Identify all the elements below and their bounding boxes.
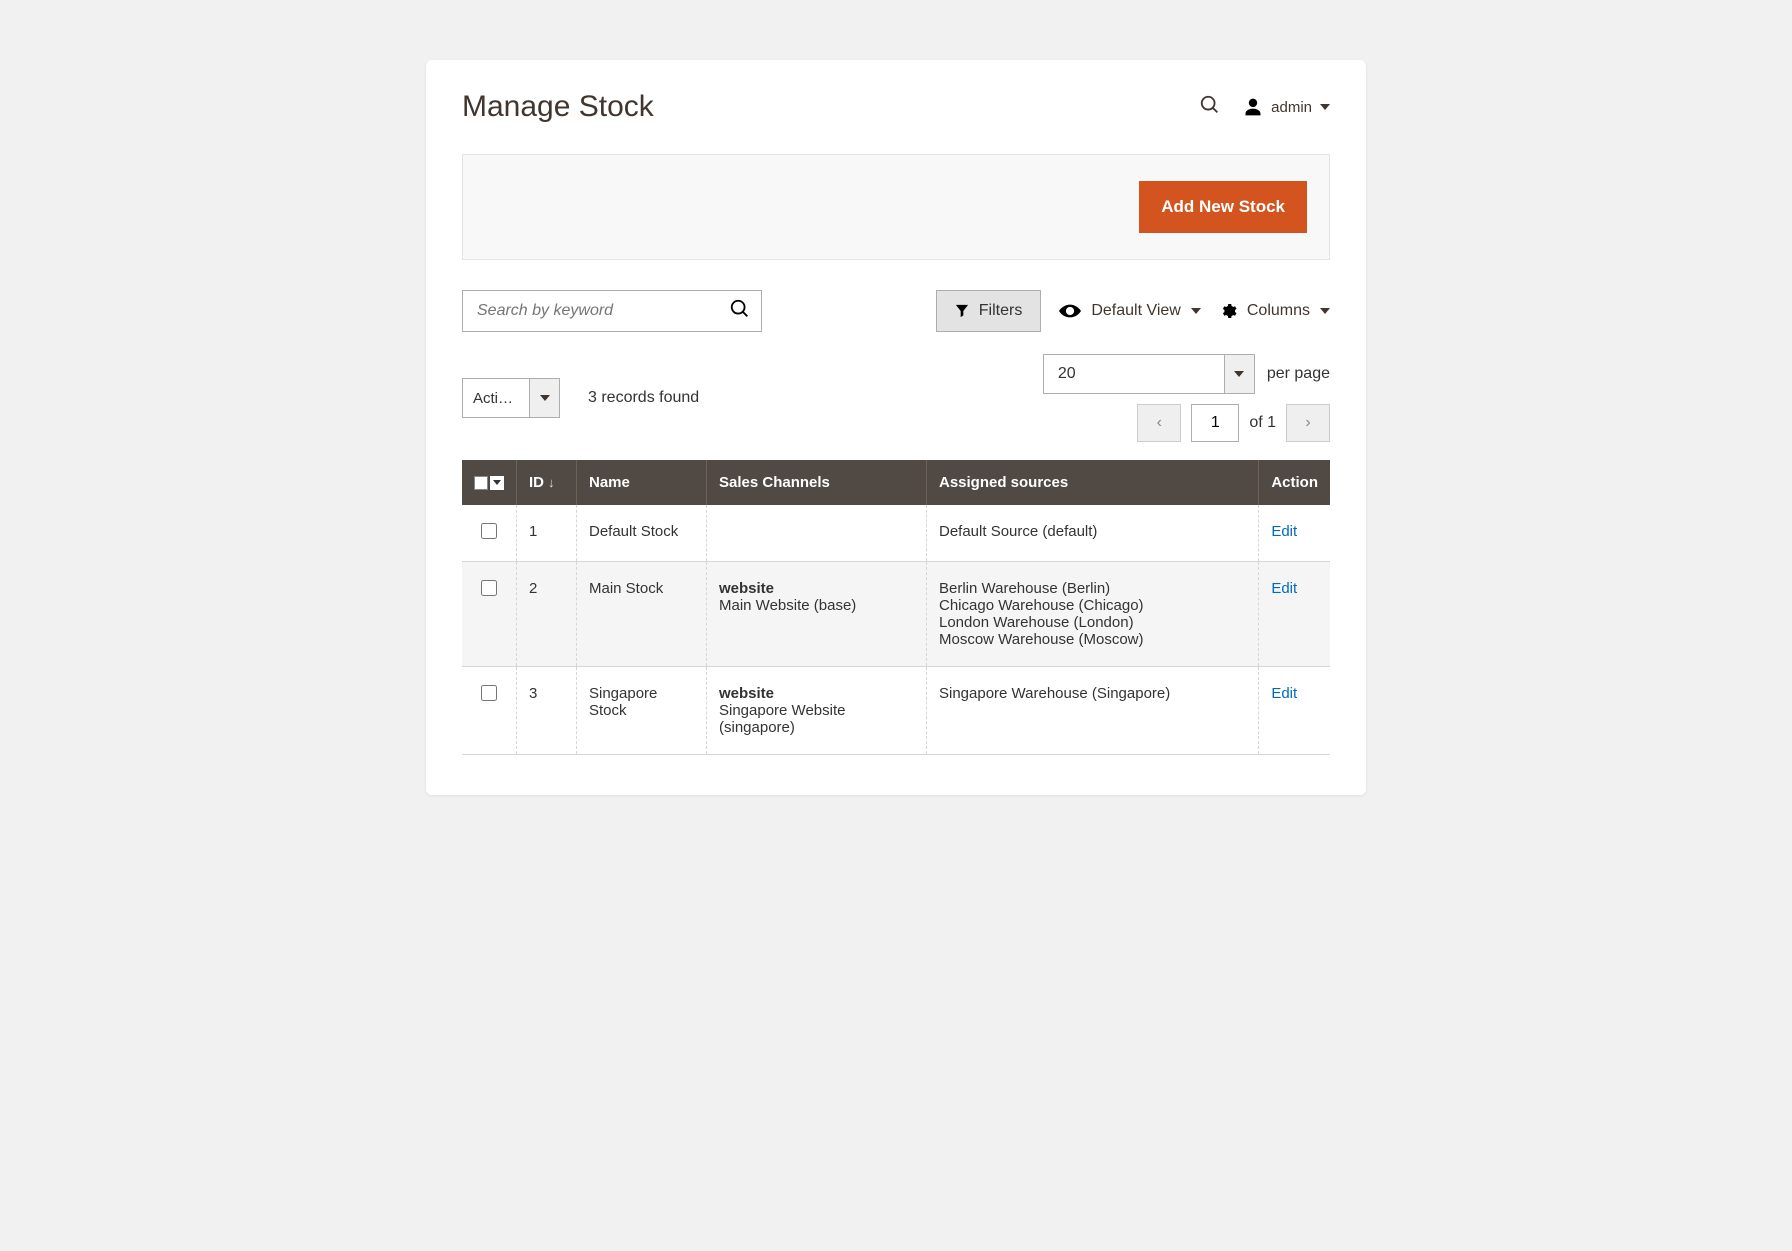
chevron-down-icon xyxy=(1320,308,1330,314)
row-checkbox[interactable] xyxy=(481,580,497,596)
primary-action-bar: Add New Stock xyxy=(462,154,1330,260)
row-name: Main Stock xyxy=(577,562,707,667)
page-number-input[interactable] xyxy=(1191,404,1239,442)
columns-label: Columns xyxy=(1247,302,1310,320)
row-sales-channels xyxy=(707,505,927,562)
row-checkbox[interactable] xyxy=(481,523,497,539)
edit-link[interactable]: Edit xyxy=(1271,580,1297,597)
row-assigned-sources: Singapore Warehouse (Singapore) xyxy=(927,667,1259,755)
toolbar-row-1: Filters Default View Columns xyxy=(462,290,1330,332)
chevron-down-icon[interactable] xyxy=(529,379,559,417)
next-page-button[interactable]: › xyxy=(1286,404,1330,442)
search-icon[interactable] xyxy=(729,298,751,325)
row-checkbox-cell xyxy=(462,562,517,667)
page-title: Manage Stock xyxy=(462,90,654,124)
chevron-down-icon xyxy=(1320,104,1330,110)
table-row: 1Default Stock Default Source (default) Ed… xyxy=(462,505,1330,562)
row-action-cell: Edit xyxy=(1259,562,1330,667)
sort-descending-icon: ↓ xyxy=(548,475,555,490)
row-name: Singapore Stock xyxy=(577,667,707,755)
table-row: 3Singapore StockwebsiteSingapore Website… xyxy=(462,667,1330,755)
row-action-cell: Edit xyxy=(1259,505,1330,562)
eye-icon xyxy=(1059,304,1081,318)
row-checkbox-cell xyxy=(462,667,517,755)
table-row: 2Main StockwebsiteMain Website (base)Ber… xyxy=(462,562,1330,667)
funnel-icon xyxy=(955,304,969,318)
col-header-id[interactable]: ID↓ xyxy=(517,460,577,505)
per-page-select[interactable]: 20 xyxy=(1043,354,1255,394)
sales-channel-value: Singapore Website (singapore) xyxy=(719,702,845,736)
pager-block: 20 per page ‹ of 1 › xyxy=(1043,354,1330,442)
toolbar-row-2: Actions 3 records found 20 per page ‹ of… xyxy=(462,354,1330,442)
stock-grid: ID↓ Name Sales Channels Assigned sources… xyxy=(462,460,1330,755)
edit-link[interactable]: Edit xyxy=(1271,523,1297,540)
keyword-search[interactable] xyxy=(462,290,762,332)
row-id: 1 xyxy=(517,505,577,562)
col-header-assigned-sources[interactable]: Assigned sources xyxy=(927,460,1259,505)
chevron-down-icon[interactable] xyxy=(490,476,504,490)
page-of-label: of 1 xyxy=(1249,414,1276,432)
row-checkbox-cell xyxy=(462,505,517,562)
add-new-stock-button[interactable]: Add New Stock xyxy=(1139,181,1307,233)
sales-channel-value: Main Website (base) xyxy=(719,597,856,614)
actions-label: Actions xyxy=(463,390,529,407)
col-header-sales-channels[interactable]: Sales Channels xyxy=(707,460,927,505)
col-header-name[interactable]: Name xyxy=(577,460,707,505)
header-row: Manage Stock admin xyxy=(462,90,1330,124)
user-name: admin xyxy=(1271,99,1312,116)
bulk-actions-select[interactable]: Actions xyxy=(462,378,560,418)
filters-button[interactable]: Filters xyxy=(936,290,1042,332)
col-header-checkbox[interactable] xyxy=(462,460,517,505)
header-right: admin xyxy=(1199,94,1330,121)
keyword-search-input[interactable] xyxy=(477,302,729,320)
checkbox-icon[interactable] xyxy=(474,476,488,490)
row-id: 3 xyxy=(517,667,577,755)
toolbar-left-group: Actions 3 records found xyxy=(462,378,699,418)
row-assigned-sources: Default Source (default) xyxy=(927,505,1259,562)
row-action-cell: Edit xyxy=(1259,667,1330,755)
filters-label: Filters xyxy=(979,302,1023,320)
col-header-action: Action xyxy=(1259,460,1330,505)
user-icon xyxy=(1243,97,1263,117)
row-sales-channels: websiteMain Website (base) xyxy=(707,562,927,667)
row-id: 2 xyxy=(517,562,577,667)
default-view-label: Default View xyxy=(1091,302,1181,320)
row-assigned-sources: Berlin Warehouse (Berlin) Chicago Wareho… xyxy=(927,562,1259,667)
chevron-down-icon[interactable] xyxy=(1224,355,1254,393)
sales-channel-type: website xyxy=(719,580,914,597)
page-navigation: ‹ of 1 › xyxy=(1137,404,1330,442)
gear-icon xyxy=(1219,302,1237,320)
row-name: Default Stock xyxy=(577,505,707,562)
default-view-dropdown[interactable]: Default View xyxy=(1059,302,1201,320)
per-page-label: per page xyxy=(1267,365,1330,383)
prev-page-button[interactable]: ‹ xyxy=(1137,404,1181,442)
per-page-value: 20 xyxy=(1044,355,1224,393)
chevron-down-icon xyxy=(1191,308,1201,314)
user-menu[interactable]: admin xyxy=(1243,97,1330,117)
per-page-row: 20 per page xyxy=(1043,354,1330,394)
panel: Manage Stock admin Add New Stock Filters xyxy=(426,60,1366,795)
row-sales-channels: websiteSingapore Website (singapore) xyxy=(707,667,927,755)
columns-dropdown[interactable]: Columns xyxy=(1219,302,1330,320)
edit-link[interactable]: Edit xyxy=(1271,685,1297,702)
sales-channel-type: website xyxy=(719,685,914,702)
row-checkbox[interactable] xyxy=(481,685,497,701)
records-found: 3 records found xyxy=(588,389,699,407)
global-search-icon[interactable] xyxy=(1199,94,1221,121)
